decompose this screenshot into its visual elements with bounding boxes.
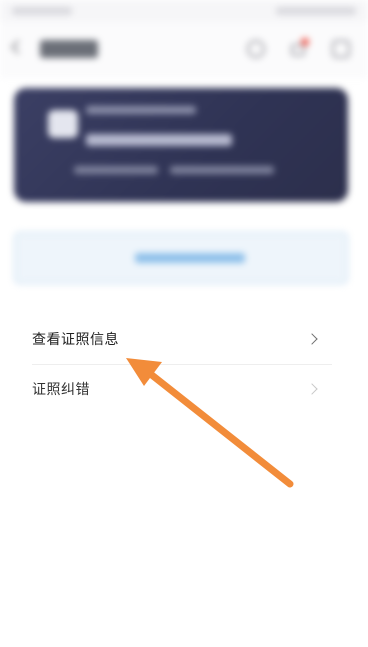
menu-item-license-correction[interactable]: 证照纠错 [32,369,332,409]
app-screen: 查看证照信息 证照纠错 [0,0,368,647]
search-icon[interactable] [247,40,265,58]
message-icon[interactable] [289,38,309,58]
card-number-text [170,166,274,174]
page-title [40,40,98,58]
back-icon[interactable] [10,40,24,56]
card-detail-text [74,166,158,174]
menu-item-label: 证照纠错 [32,382,90,398]
card-logo-icon [48,110,78,138]
menu-item-label: 查看证照信息 [32,332,119,348]
menu-item-view-license-info[interactable]: 查看证照信息 [32,319,332,359]
card-issuer-text [86,106,196,114]
action-button[interactable] [14,232,348,284]
status-bar-indicators [276,7,356,15]
card-name-text [86,134,232,146]
status-bar-time [12,7,72,15]
license-card[interactable] [14,88,348,202]
action-button-label [135,253,245,263]
chevron-right-icon [306,382,320,396]
status-bar [0,0,368,22]
menu-icon[interactable] [332,40,350,58]
menu-divider [32,364,332,365]
blurred-header-region [0,0,368,300]
chevron-right-icon [306,332,320,346]
